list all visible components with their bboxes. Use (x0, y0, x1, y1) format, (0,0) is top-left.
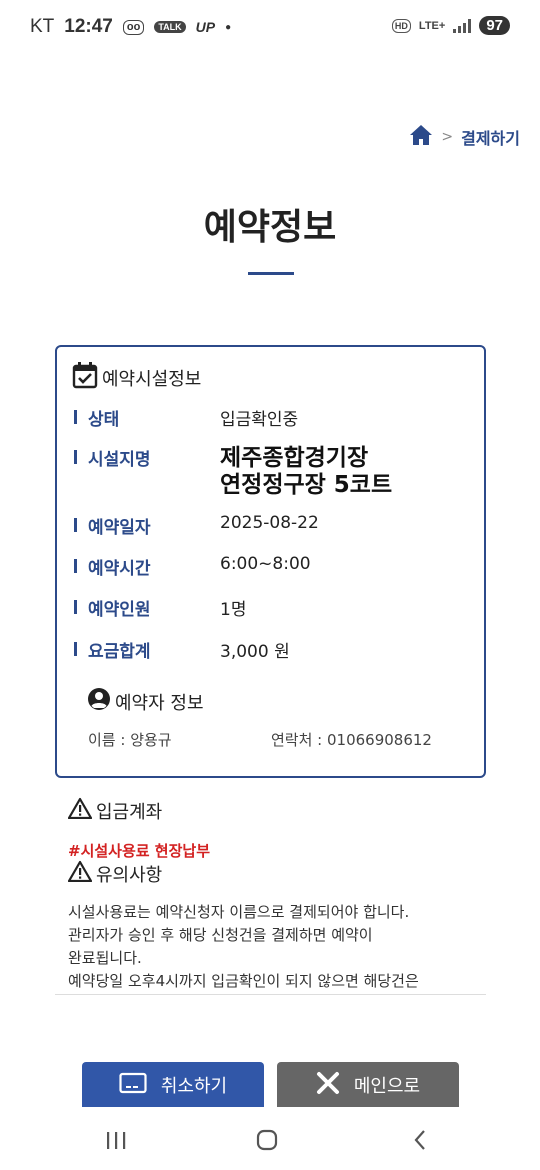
row-marker (74, 600, 77, 614)
cancel-button[interactable]: 취소하기 (82, 1062, 264, 1108)
info-value: 입금확인중 (220, 410, 299, 430)
breadcrumb-separator: > (441, 129, 454, 145)
notification-dot-icon: ● (225, 21, 232, 33)
row-marker (74, 450, 77, 464)
facility-section-title: 예약시설정보 (102, 368, 202, 390)
row-marker (74, 410, 77, 424)
caution-line: 예약당일 오후4시까지 입금확인이 되지 않으면 해당건은 (68, 972, 419, 990)
voicemail-icon: oo (122, 19, 145, 35)
user-circle-icon (87, 687, 111, 716)
facility-name-value: 제주종합경기장 연정정구장 5코트 (220, 445, 392, 499)
home-icon[interactable] (409, 124, 433, 150)
reservation-info-card: 예약시설정보 상태 입금확인중 시설지명 제주종합경기장 연정정구장 5코트 예… (55, 345, 486, 778)
info-row-date: 예약일자 2025-08-22 (74, 513, 319, 538)
facility-section-heading: 예약시설정보 (72, 361, 201, 394)
info-row-total-fee: 요금합계 3,000 원 (74, 637, 290, 662)
info-row-status: 상태 입금확인중 (74, 405, 298, 430)
row-marker (74, 518, 77, 532)
divider (55, 994, 486, 995)
deposit-note: #시설사용료 현장납부 (68, 842, 210, 860)
home-circle-icon[interactable] (247, 1125, 287, 1155)
caution-line: 완료됩니다. (68, 949, 142, 967)
info-label: 예약일자 (88, 518, 151, 538)
deposit-section-heading: 입금계좌 (67, 797, 163, 824)
up-label: UP (195, 19, 216, 35)
info-label: 시설지명 (88, 450, 151, 470)
info-label: 상태 (88, 410, 120, 430)
page-title: 예약정보 (203, 207, 337, 248)
battery-icon: 97 (479, 16, 510, 35)
calendar-check-icon (72, 361, 98, 394)
deposit-section-title: 입금계좌 (96, 801, 163, 823)
network-label: LTE+ (418, 19, 446, 32)
info-row-facility-name: 시설지명 제주종합경기장 연정정구장 5코트 (74, 445, 392, 499)
caution-section-heading: 유의사항 (67, 860, 163, 887)
hd-badge: HD (391, 18, 411, 33)
recents-icon[interactable] (96, 1125, 136, 1155)
caution-line: 관리자가 승인 후 해당 신청건을 결제하면 예약이 (68, 926, 373, 944)
title-underline (248, 272, 294, 275)
breadcrumb: > 결제하기 (409, 124, 520, 150)
row-marker (74, 642, 77, 656)
booker-contact: 연락처 : 01066908612 (271, 731, 432, 749)
info-label: 예약시간 (88, 559, 151, 579)
info-label: 요금합계 (88, 642, 151, 662)
info-value: 2025-08-22 (220, 513, 319, 533)
status-left: KT 12:47 oo TALK UP ● (30, 16, 231, 38)
main-button[interactable]: 메인으로 (277, 1062, 459, 1108)
info-row-people: 예약인원 1명 (74, 595, 246, 620)
close-icon (316, 1071, 340, 1100)
info-value: 6:00~8:00 (220, 554, 311, 574)
facility-name-line1: 제주종합경기장 (220, 445, 369, 471)
booker-section-heading: 예약자 정보 (87, 687, 204, 716)
info-row-time: 예약시간 6:00~8:00 (74, 554, 311, 579)
facility-name-line2: 연정정구장 5코트 (220, 472, 393, 498)
status-right: HD LTE+ 97 (391, 16, 510, 35)
warning-icon (67, 860, 93, 887)
carrier-label: KT (30, 16, 55, 37)
status-bar: KT 12:47 oo TALK UP ● HD LTE+ 97 (0, 0, 540, 56)
info-value: 3,000 원 (220, 642, 290, 662)
info-label: 예약인원 (88, 600, 151, 620)
info-value: 1명 (220, 600, 247, 620)
main-button-label: 메인으로 (353, 1076, 421, 1097)
caution-line: 시설사용료는 예약신청자 이름으로 결제되어야 합니다. (68, 903, 410, 921)
caution-section-title: 유의사항 (96, 864, 163, 886)
breadcrumb-current[interactable]: 결제하기 (461, 125, 520, 149)
talk-icon: TALK (154, 21, 186, 33)
cancel-button-label: 취소하기 (160, 1076, 228, 1097)
clock: 12:47 (64, 16, 113, 37)
booker-section-title: 예약자 정보 (115, 692, 204, 714)
row-marker (74, 559, 77, 573)
system-nav-bar (0, 1107, 540, 1170)
back-chevron-icon[interactable] (400, 1125, 440, 1155)
booker-name: 이름 : 양용규 (88, 731, 172, 749)
card-icon (119, 1072, 147, 1099)
caution-text: 시설사용료는 예약신청자 이름으로 결제되어야 합니다. 관리자가 승인 후 해… (68, 901, 468, 991)
warning-icon (67, 797, 93, 824)
signal-icon (453, 18, 472, 33)
